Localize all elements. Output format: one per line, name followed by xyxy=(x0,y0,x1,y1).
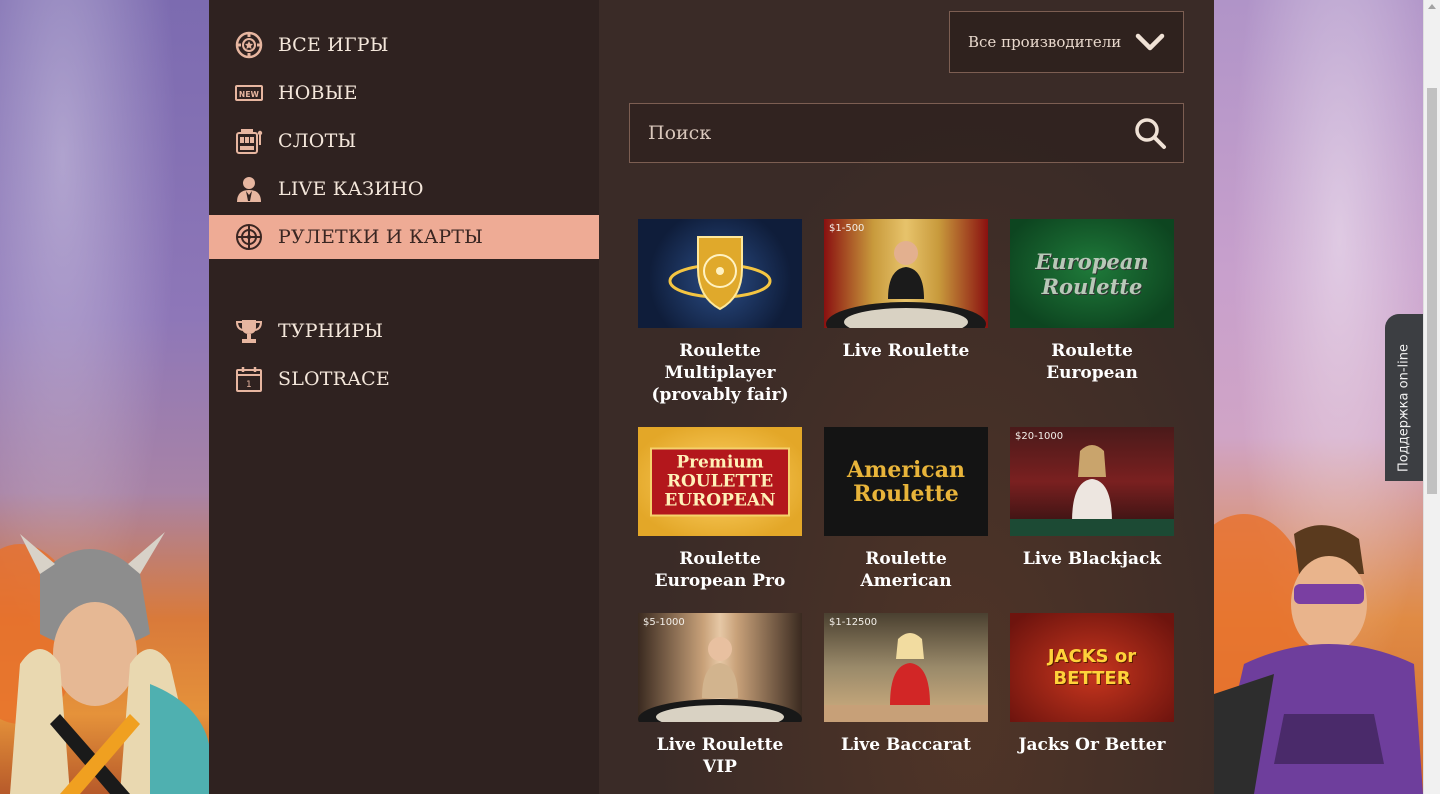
search-bar xyxy=(629,103,1184,163)
calendar-day: 1 xyxy=(246,380,252,390)
online-status-indicator xyxy=(1385,314,1423,336)
game-title: Live Roulette xyxy=(842,341,970,361)
game-art-title: Premium ROULETTE EUROPEAN xyxy=(650,447,790,516)
game-card[interactable]: $20-1000 Live Blackjack xyxy=(1010,427,1174,570)
sidebar-item-slotrace[interactable]: 1 SLOTRACE xyxy=(209,357,599,401)
game-title: Roulette European Pro xyxy=(654,549,786,591)
game-card[interactable]: $1-12500 Live Baccarat xyxy=(824,613,988,756)
scrollbar-thumb[interactable] xyxy=(1427,88,1437,494)
sidebar-item-tournaments[interactable]: ТУРНИРЫ xyxy=(209,309,599,353)
sidebar-item-label: ТУРНИРЫ xyxy=(278,320,384,342)
game-thumbnail[interactable]: American Roulette xyxy=(824,427,988,536)
game-title: Roulette Multiplayer (provably fair) xyxy=(651,341,789,405)
game-title: Live Blackjack xyxy=(1022,549,1162,569)
game-thumbnail[interactable] xyxy=(638,219,802,328)
game-card[interactable]: American Roulette Roulette American xyxy=(824,427,988,592)
superhero-character-illustration xyxy=(1214,514,1423,794)
game-thumbnail[interactable]: JACKS or BETTER xyxy=(1010,613,1174,722)
sidebar-item-label: SLOTRACE xyxy=(278,368,390,390)
slot-machine-icon xyxy=(235,127,263,155)
online-support-tab[interactable]: Поддержка on-line xyxy=(1385,314,1423,481)
game-art-title: JACKS or BETTER xyxy=(1047,645,1137,689)
sidebar-item-slots[interactable]: СЛОТЫ xyxy=(209,119,599,163)
search-icon[interactable] xyxy=(1133,116,1167,150)
new-badge-text: NEW xyxy=(239,90,260,99)
game-card[interactable]: Roulette Multiplayer (provably fair) xyxy=(638,219,802,406)
game-card[interactable]: $1-500 Live Roulette xyxy=(824,219,988,362)
game-thumbnail[interactable]: Premium ROULETTE EUROPEAN xyxy=(638,427,802,536)
game-card[interactable]: JACKS or BETTER Jacks Or Better xyxy=(1010,613,1174,756)
game-title: Roulette European xyxy=(1046,341,1138,383)
sidebar-item-label: НОВЫЕ xyxy=(278,82,358,104)
page-scrollbar[interactable] xyxy=(1423,0,1440,794)
game-thumbnail[interactable]: $1-12500 xyxy=(824,613,988,722)
sidebar-item-label: РУЛЕТКИ И КАРТЫ xyxy=(278,226,484,248)
game-title: Live Roulette VIP xyxy=(656,735,784,777)
chevron-down-icon xyxy=(1135,33,1165,51)
game-title: Roulette American xyxy=(860,549,952,591)
bet-limit-label: $1-12500 xyxy=(829,617,878,628)
game-thumbnail[interactable]: European Roulette xyxy=(1010,219,1174,328)
sidebar-item-live-casino[interactable]: LIVE КАЗИНО xyxy=(209,167,599,211)
game-card[interactable]: $5-1000 Live Roulette VIP xyxy=(638,613,802,778)
bet-limit-label: $1-500 xyxy=(829,223,865,234)
game-thumbnail[interactable]: $1-500 xyxy=(824,219,988,328)
sidebar-item-all-games[interactable]: ВСЕ ИГРЫ xyxy=(209,23,599,67)
scroll-up-arrow-icon[interactable] xyxy=(1428,4,1436,9)
calendar-icon: 1 xyxy=(235,365,263,393)
game-thumbnail[interactable]: $5-1000 xyxy=(638,613,802,722)
sidebar-item-label: ВСЕ ИГРЫ xyxy=(278,34,389,56)
search-input[interactable] xyxy=(630,104,1133,162)
games-panel: Все производители Roulette Multiplayer (… xyxy=(599,0,1214,794)
support-label: Поддержка on-line xyxy=(1396,344,1412,472)
sidebar-item-label: СЛОТЫ xyxy=(278,130,357,152)
game-thumbnail[interactable]: $20-1000 xyxy=(1010,427,1174,536)
provider-dropdown[interactable]: Все производители xyxy=(949,11,1184,73)
category-sidebar: ВСЕ ИГРЫ NEW НОВЫЕ СЛОТЫ LIVE КАЗИНО РУЛ… xyxy=(209,0,599,794)
bet-limit-label: $5-1000 xyxy=(643,617,685,628)
chip-icon xyxy=(235,31,263,59)
game-art-title: European Roulette xyxy=(1035,248,1149,299)
sidebar-item-new[interactable]: NEW НОВЫЕ xyxy=(209,71,599,115)
trophy-icon xyxy=(235,317,263,345)
game-card[interactable]: Premium ROULETTE EUROPEAN Roulette Europ… xyxy=(638,427,802,592)
new-badge-icon: NEW xyxy=(235,79,263,107)
dealer-icon xyxy=(235,175,263,203)
provider-selected-value: Все производители xyxy=(968,33,1122,51)
bet-limit-label: $20-1000 xyxy=(1015,431,1064,442)
viking-character-illustration xyxy=(0,532,209,794)
game-title: Live Baccarat xyxy=(841,735,971,755)
sidebar-item-roulette-cards[interactable]: РУЛЕТКИ И КАРТЫ xyxy=(209,215,599,259)
game-title: Jacks Or Better xyxy=(1018,735,1166,755)
sidebar-item-label: LIVE КАЗИНО xyxy=(278,178,424,200)
game-art-title: American Roulette xyxy=(847,456,965,507)
roulette-icon xyxy=(235,223,263,251)
game-card[interactable]: European Roulette Roulette European xyxy=(1010,219,1174,384)
